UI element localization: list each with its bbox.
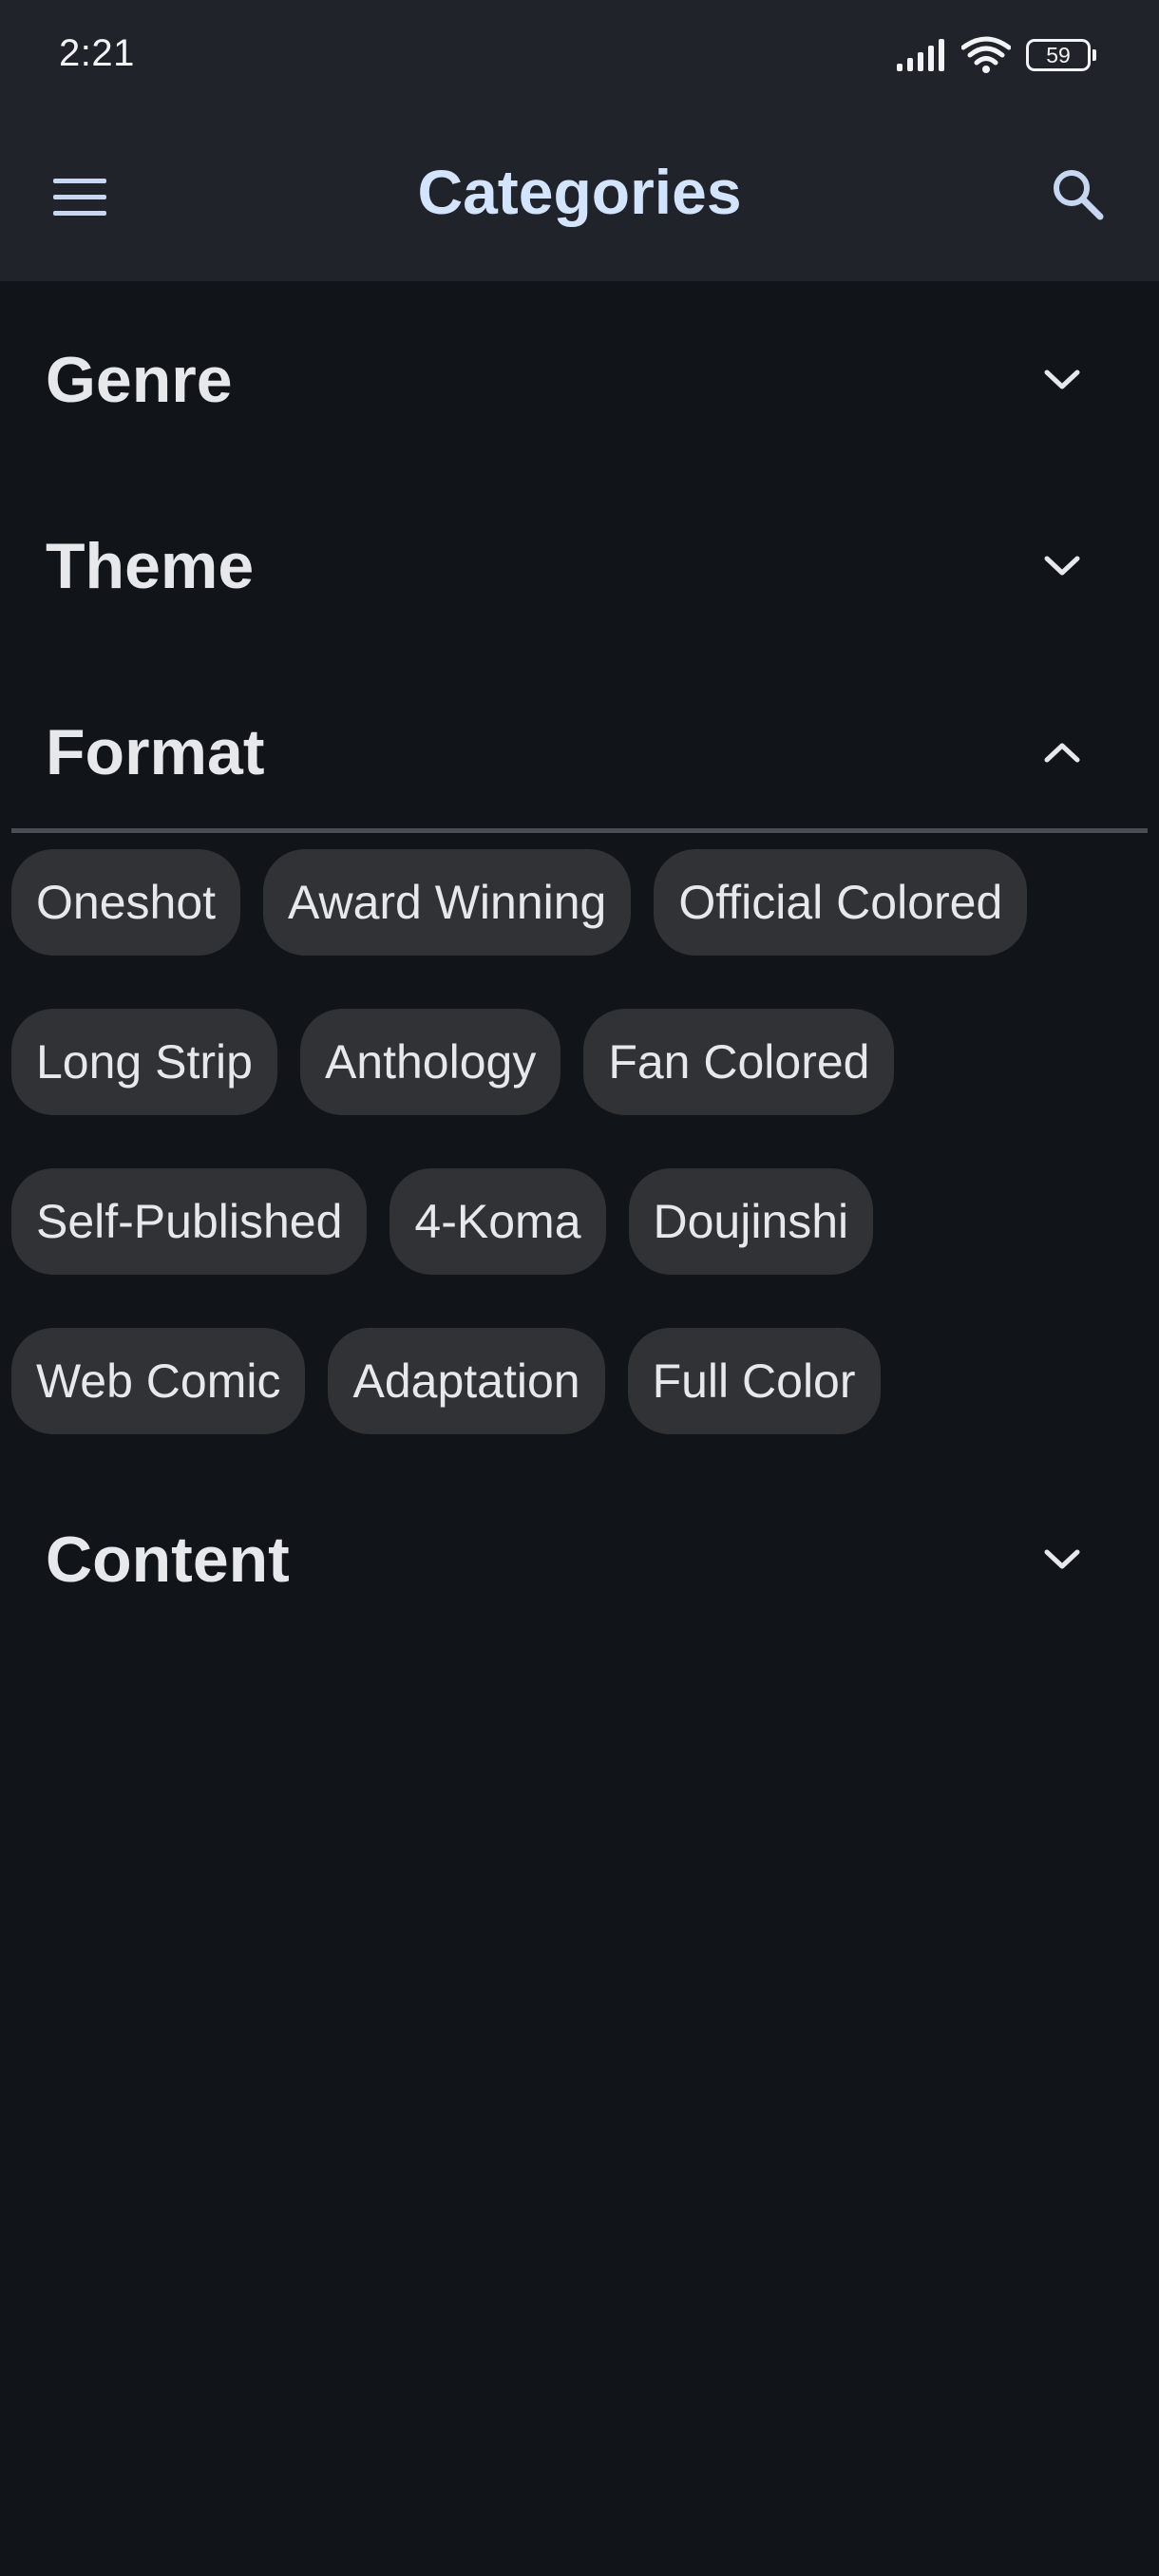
chip-oneshot[interactable]: Oneshot <box>11 849 241 956</box>
status-bar: 2:21 59 <box>0 0 1159 114</box>
search-icon <box>1054 170 1104 220</box>
section-title-theme: Theme <box>46 530 255 602</box>
signal-icon <box>897 39 944 71</box>
battery-level: 59 <box>1046 43 1071 67</box>
chip-row: Oneshot Award Winning Official Colored <box>11 849 1028 956</box>
section-header-theme[interactable]: Theme <box>0 509 1159 623</box>
section-header-content[interactable]: Content <box>0 1503 1159 1617</box>
section-divider <box>11 828 1148 833</box>
chevron-down-icon <box>1041 545 1083 587</box>
status-time: 2:21 <box>59 32 135 74</box>
section-title-content: Content <box>46 1524 290 1596</box>
chip-anthology[interactable]: Anthology <box>299 1009 561 1115</box>
battery-icon: 59 <box>1026 39 1096 71</box>
chip-row: Self-Published 4-Koma Doujinshi <box>11 1168 874 1275</box>
app-bar: Categories <box>0 114 1159 281</box>
chip-award-winning[interactable]: Award Winning <box>263 849 632 956</box>
chevron-down-icon <box>1041 1539 1083 1581</box>
chip-fan-colored[interactable]: Fan Colored <box>583 1009 895 1115</box>
page-title: Categories <box>417 157 742 227</box>
chip-long-strip[interactable]: Long Strip <box>11 1009 277 1115</box>
chip-4-koma[interactable]: 4-Koma <box>390 1168 606 1275</box>
chip-web-comic[interactable]: Web Comic <box>11 1328 306 1434</box>
chip-self-published[interactable]: Self-Published <box>11 1168 368 1275</box>
chip-full-color[interactable]: Full Color <box>627 1328 881 1434</box>
chip-row: Web Comic Adaptation Full Color <box>11 1328 881 1434</box>
chip-row: Long Strip Anthology Fan Colored <box>11 1009 895 1115</box>
section-header-genre[interactable]: Genre <box>0 323 1159 437</box>
status-icons: 59 <box>897 36 1096 74</box>
wifi-icon <box>961 36 1011 73</box>
chip-official-colored[interactable]: Official Colored <box>654 849 1028 956</box>
section-header-format[interactable]: Format <box>0 695 1159 809</box>
section-title-genre: Genre <box>46 344 233 416</box>
search-button[interactable] <box>1043 160 1112 228</box>
chevron-down-icon <box>1041 359 1083 401</box>
chip-doujinshi[interactable]: Doujinshi <box>628 1168 874 1275</box>
chip-adaptation[interactable]: Adaptation <box>328 1328 605 1434</box>
chevron-up-icon <box>1041 731 1083 773</box>
section-title-format: Format <box>46 716 265 788</box>
